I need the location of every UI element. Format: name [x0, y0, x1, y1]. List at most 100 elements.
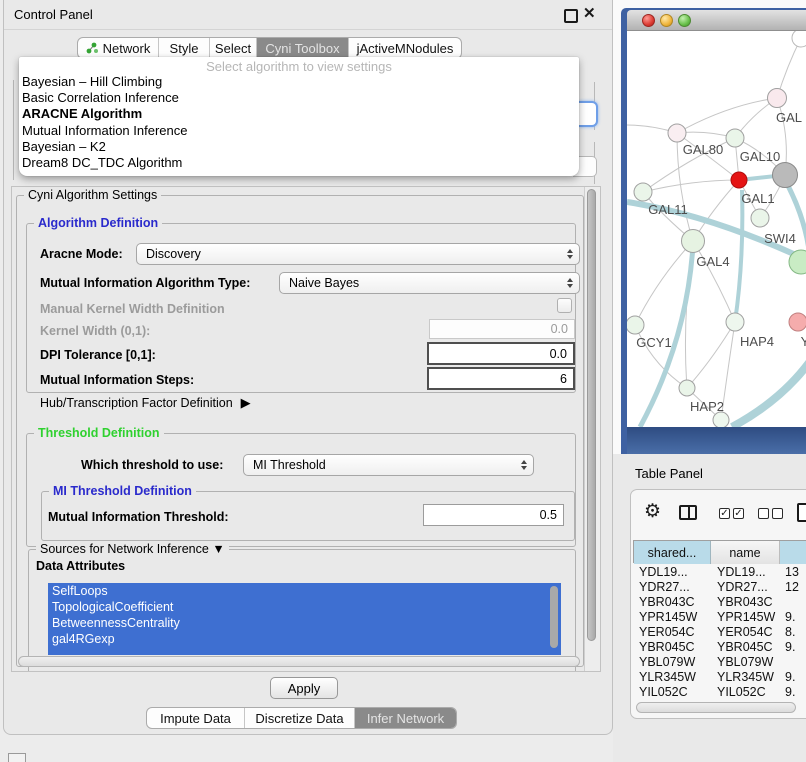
data-attributes-list[interactable]: SelfLoopsTopologicalCoefficientBetweenne…	[48, 583, 561, 655]
table-row[interactable]: YDR27...YDR27...12	[633, 580, 806, 595]
network-node-label: HAP2	[690, 399, 724, 414]
network-node-gal1[interactable]	[731, 172, 747, 188]
table-cell: YER054C	[717, 625, 773, 639]
network-canvas[interactable]: GALGAL80GAL10GAL1GAL11SWI4GAL4GCY1HAP4YH…	[627, 31, 806, 427]
tab-label: Infer Network	[367, 711, 444, 726]
network-node-gal[interactable]	[768, 89, 787, 108]
network-edge	[732, 360, 806, 427]
which-threshold-value: MI Threshold	[253, 458, 326, 472]
tab-discretize-data[interactable]: Discretize Data	[245, 708, 355, 728]
network-node-label: GAL1	[741, 191, 774, 206]
deselect-all-checkboxes-icon[interactable]	[758, 508, 783, 519]
network-node-hap2[interactable]	[679, 380, 695, 396]
dpi-tolerance-field[interactable]: 0.0	[427, 342, 575, 365]
algorithm-option[interactable]: Dream8 DC_TDC Algorithm	[19, 155, 579, 171]
tab-style[interactable]: Style	[159, 38, 210, 58]
network-node[interactable]	[773, 163, 798, 188]
column-header-shared[interactable]: shared...	[634, 541, 711, 564]
network-node-gal11[interactable]	[634, 183, 652, 201]
network-view-window: GALGAL80GAL10GAL1GAL11SWI4GAL4GCY1HAP4YH…	[621, 8, 806, 454]
close-icon[interactable]: ✕	[583, 4, 596, 22]
column-header-name[interactable]: name	[711, 541, 780, 564]
table-cell: YIL052C	[639, 685, 688, 699]
table-row[interactable]: YBL079WYBL079W	[633, 655, 806, 670]
column-header-extra[interactable]	[780, 541, 806, 564]
settings-vertical-scrollbar[interactable]	[584, 187, 601, 671]
columns-icon[interactable]	[679, 505, 697, 520]
which-threshold-label: Which threshold to use:	[81, 458, 223, 472]
network-node-gcy1[interactable]	[627, 316, 644, 334]
table-cell: 12	[785, 580, 799, 594]
tab-jactivemnodules[interactable]: jActiveMNodules	[349, 38, 461, 58]
network-edge	[687, 322, 735, 388]
tab-network[interactable]: Network	[78, 38, 159, 58]
algorithm-option[interactable]: Basic Correlation Inference	[19, 90, 579, 106]
algorithm-option[interactable]: Bayesian – K2	[19, 139, 579, 155]
sources-group-title: Sources for Network Inference ▼	[36, 542, 229, 556]
control-panel-window: Control Panel ✕ NetworkStyleSelectCyni T…	[3, 0, 613, 735]
network-node-label: GAL	[776, 110, 802, 125]
mi-threshold-field[interactable]: 0.5	[423, 504, 564, 526]
network-node-swi4[interactable]	[751, 209, 769, 227]
network-node[interactable]	[713, 412, 729, 427]
close-traffic-light-icon[interactable]	[642, 14, 655, 27]
list-scrollbar-thumb[interactable]	[550, 586, 558, 648]
kernel-width-field[interactable]: 0.0	[429, 319, 575, 339]
tab-select[interactable]: Select	[210, 38, 257, 58]
tab-infer-network[interactable]: Infer Network	[355, 708, 456, 728]
network-node[interactable]	[792, 31, 806, 47]
select-all-checkboxes-icon[interactable]: ✓ ✓	[719, 508, 744, 519]
group-border-fragment	[13, 80, 14, 180]
aracne-mode-label: Aracne Mode:	[40, 247, 123, 261]
document-icon[interactable]	[797, 503, 806, 522]
table-cell: YIL052C	[717, 685, 766, 699]
float-window-icon[interactable]	[564, 9, 578, 23]
apply-button[interactable]: Apply	[270, 677, 338, 699]
settings-vertical-scrollbar-thumb[interactable]	[587, 189, 596, 641]
table-horizontal-scrollbar-thumb[interactable]	[636, 702, 796, 713]
data-attribute-item[interactable]: BetweennessCentrality	[48, 615, 561, 631]
table-row[interactable]: YER054CYER054C8.	[633, 625, 806, 640]
expanded-arrow-icon[interactable]: ▼	[212, 542, 224, 556]
table-cell: 9.	[785, 685, 795, 699]
manual-kernel-checkbox[interactable]	[557, 298, 572, 313]
algorithm-dropdown-placeholder: Select algorithm to view settings	[19, 57, 579, 74]
mi-steps-field[interactable]: 6	[427, 367, 575, 390]
which-threshold-combobox[interactable]: MI Threshold	[243, 454, 534, 476]
table-row[interactable]: YIL052C YIL052C 9.	[633, 685, 806, 700]
table-row[interactable]: YDL19...YDL19...13	[633, 565, 806, 580]
data-attribute-item[interactable]: SelfLoops	[48, 583, 561, 599]
table-row[interactable]: YLR345WYLR345W9.	[633, 670, 806, 685]
table-row[interactable]: YBR043CYBR043C	[633, 595, 806, 610]
network-node-gal80[interactable]	[668, 124, 686, 142]
data-attribute-item[interactable]: TopologicalCoefficient	[48, 599, 561, 615]
hub-tf-definition-toggle[interactable]: Hub/Transcription Factor Definition ▶	[40, 395, 251, 411]
tab-label: Impute Data	[160, 711, 231, 726]
settings-horizontal-scrollbar-thumb[interactable]	[18, 656, 580, 667]
table-cell: 8.	[785, 625, 795, 639]
tab-impute-data[interactable]: Impute Data	[147, 708, 245, 728]
table-row[interactable]: YBR045CYBR045C9.	[633, 640, 806, 655]
network-node-gal10[interactable]	[726, 129, 744, 147]
network-edge	[677, 98, 777, 133]
minimize-traffic-light-icon[interactable]	[660, 14, 673, 27]
gear-icon[interactable]: ⚙	[644, 502, 661, 521]
mi-type-label: Mutual Information Algorithm Type:	[40, 276, 250, 290]
network-node-y[interactable]	[789, 313, 806, 331]
zoom-traffic-light-icon[interactable]	[678, 14, 691, 27]
data-attribute-item[interactable]: gal4RGexp	[48, 631, 561, 647]
network-node-hap4[interactable]	[726, 313, 744, 331]
algorithm-option[interactable]: Bayesian – Hill Climbing	[19, 74, 579, 90]
aracne-mode-combobox[interactable]: Discovery	[136, 243, 580, 265]
algorithm-option[interactable]: ARACNE Algorithm	[19, 106, 579, 122]
table-panel-title: Table Panel	[635, 466, 703, 481]
network-node-gal4[interactable]	[682, 230, 705, 253]
network-window-titlebar[interactable]	[627, 10, 806, 31]
table-row[interactable]: YPR145WYPR145W9.	[633, 610, 806, 625]
collapsed-panel-button[interactable]	[8, 753, 26, 762]
tab-label: Cyni Toolbox	[265, 41, 339, 56]
algorithm-option[interactable]: Mutual Information Inference	[19, 123, 579, 139]
tab-cyni-toolbox[interactable]: Cyni Toolbox	[257, 38, 349, 58]
mi-type-combobox[interactable]: Naive Bayes	[279, 272, 580, 294]
table-cell: YDL19...	[717, 565, 766, 579]
